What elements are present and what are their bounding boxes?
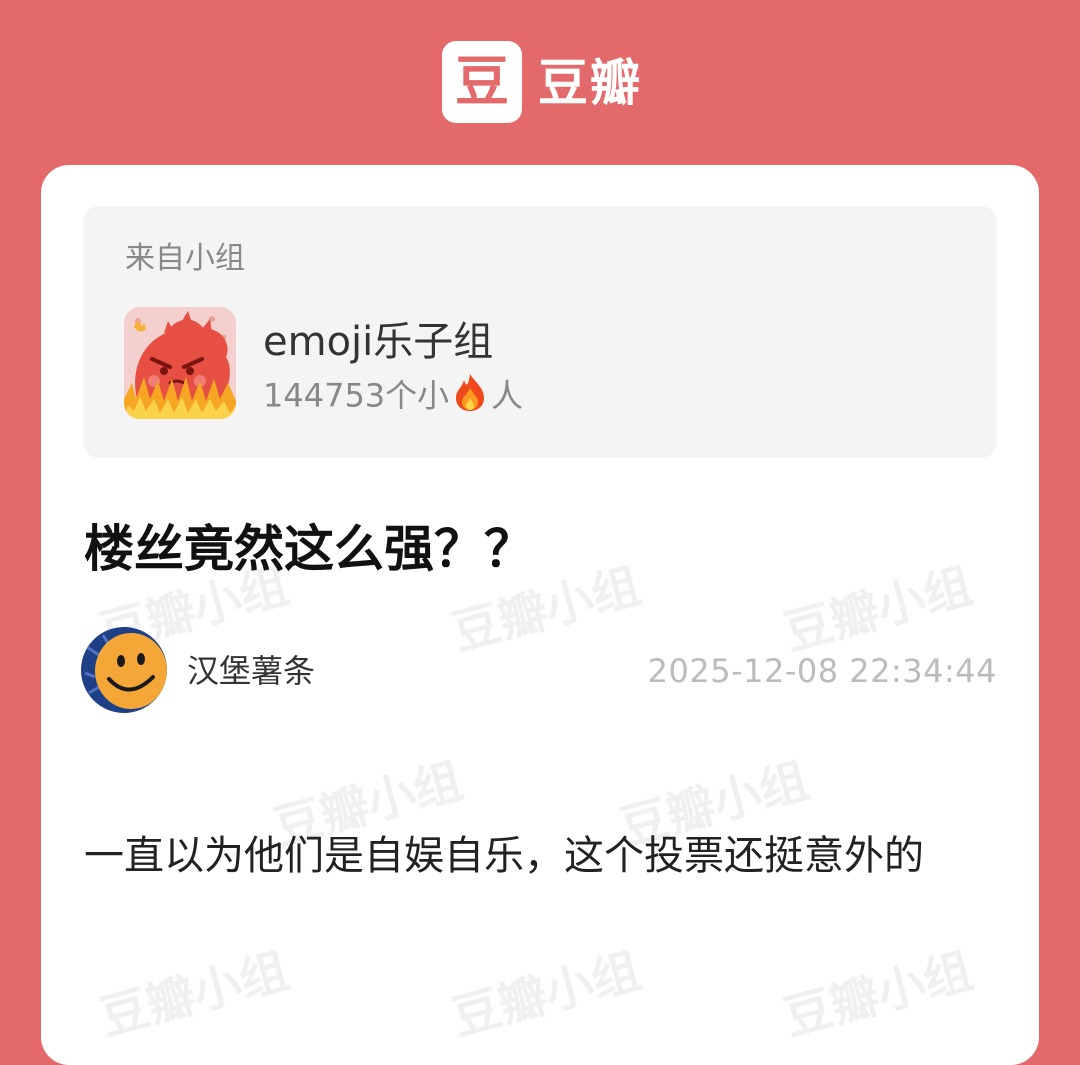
watermark: 豆瓣小组 (778, 942, 979, 1047)
author-name[interactable]: 汉堡薯条 (187, 649, 315, 693)
author-avatar[interactable] (81, 627, 167, 713)
fire-emoji-icon (453, 372, 487, 423)
group-card[interactable]: 来自小组 emoji乐子组 144753个小 人 (83, 206, 997, 458)
member-count-prefix: 144753个小 (263, 376, 450, 415)
smiley-face-avatar-icon (81, 627, 167, 713)
app-name: 豆瓣 (538, 54, 642, 112)
member-count-suffix: 人 (491, 376, 524, 415)
watermark: 豆瓣小组 (446, 942, 647, 1047)
douban-logo-icon: 豆 (442, 41, 522, 123)
app-header: 豆 豆瓣 (0, 0, 1080, 165)
post-title: 楼丝竟然这么强？？ (84, 520, 534, 578)
group-member-count: 144753个小 人 (263, 372, 523, 423)
group-avatar[interactable] (124, 307, 236, 419)
post-timestamp: 2025-12-08 22:34:44 (647, 652, 997, 690)
from-group-label: 来自小组 (125, 241, 245, 276)
post-card: 豆瓣小组 豆瓣小组 豆瓣小组 豆瓣小组 豆瓣小组 豆瓣小组 豆瓣小组 豆瓣小组 … (41, 165, 1039, 1065)
group-name[interactable]: emoji乐子组 (263, 316, 493, 368)
red-monster-fire-avatar-icon (124, 307, 236, 419)
watermark: 豆瓣小组 (778, 557, 979, 662)
logo-glyph: 豆 (455, 50, 509, 113)
post-body: 一直以为他们是自娱自乐，这个投票还挺意外的 (84, 833, 924, 879)
watermark: 豆瓣小组 (94, 942, 295, 1047)
